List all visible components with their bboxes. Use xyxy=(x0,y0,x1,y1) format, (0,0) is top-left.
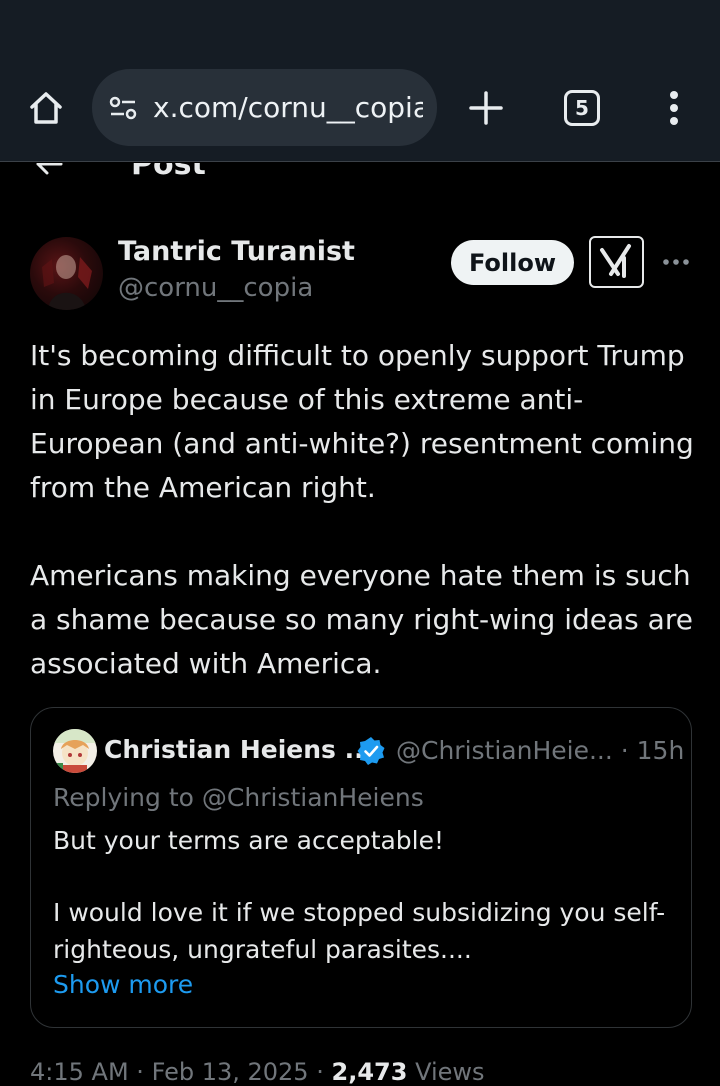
address-bar[interactable]: x.com/cornu__copia xyxy=(92,69,437,146)
replying-to: Replying to @ChristianHeiens xyxy=(53,783,424,812)
views-label: Views xyxy=(415,1058,485,1086)
kebab-menu-icon[interactable] xyxy=(662,88,686,128)
url-text[interactable]: x.com/cornu__copia xyxy=(153,91,423,124)
views-count: 2,473 xyxy=(331,1058,408,1086)
separator: · xyxy=(136,1058,144,1086)
follow-button[interactable]: Follow xyxy=(451,240,574,285)
post-header: Post xyxy=(0,163,720,188)
site-settings-icon[interactable] xyxy=(107,92,139,124)
tab-count: 5 xyxy=(575,96,589,120)
grok-button[interactable] xyxy=(589,236,644,288)
author-handle[interactable]: @cornu__copia xyxy=(118,273,313,303)
replying-prefix: Replying to xyxy=(53,783,194,812)
quoted-text: But your terms are acceptable! I would l… xyxy=(53,822,673,968)
verified-badge-icon xyxy=(357,737,385,765)
separator: · xyxy=(316,1058,324,1086)
quoted-author-name[interactable]: Christian Heiens ... xyxy=(104,735,373,764)
post-metadata: 4:15 AM · Feb 13, 2025 · 2,473 Views xyxy=(30,1058,485,1086)
post-text: It's becoming difficult to openly suppor… xyxy=(30,334,695,686)
post-paragraph-1: It's becoming difficult to openly suppor… xyxy=(30,339,694,504)
back-arrow-icon[interactable] xyxy=(34,163,64,179)
grok-icon xyxy=(600,244,631,278)
post-date[interactable]: Feb 13, 2025 xyxy=(152,1058,309,1086)
quoted-avatar[interactable] xyxy=(53,729,97,773)
avatar[interactable] xyxy=(30,237,103,310)
quoted-handle-time[interactable]: @ChristianHeie... · 15h xyxy=(396,736,684,765)
avatar-image xyxy=(42,255,92,310)
author-name[interactable]: Tantric Turanist xyxy=(118,236,355,267)
browser-toolbar: x.com/cornu__copia 5 xyxy=(0,0,720,162)
page-title: Post xyxy=(131,163,206,182)
more-horizontal-icon[interactable] xyxy=(660,250,692,274)
quoted-post[interactable]: Christian Heiens ... @ChristianHeie... ·… xyxy=(30,707,692,1028)
show-more-link[interactable]: Show more xyxy=(53,970,193,999)
tab-switcher-button[interactable]: 5 xyxy=(564,90,600,126)
home-icon[interactable] xyxy=(26,88,66,128)
quoted-paragraph-2: I would love it if we stopped subsidizin… xyxy=(53,898,666,964)
post-time[interactable]: 4:15 AM xyxy=(30,1058,129,1086)
post-paragraph-2: Americans making everyone hate them is s… xyxy=(30,559,693,680)
replying-handle[interactable]: @ChristianHeiens xyxy=(202,783,424,812)
quoted-avatar-image xyxy=(53,729,97,773)
plus-icon[interactable] xyxy=(466,88,506,128)
quoted-paragraph-1: But your terms are acceptable! xyxy=(53,826,445,855)
